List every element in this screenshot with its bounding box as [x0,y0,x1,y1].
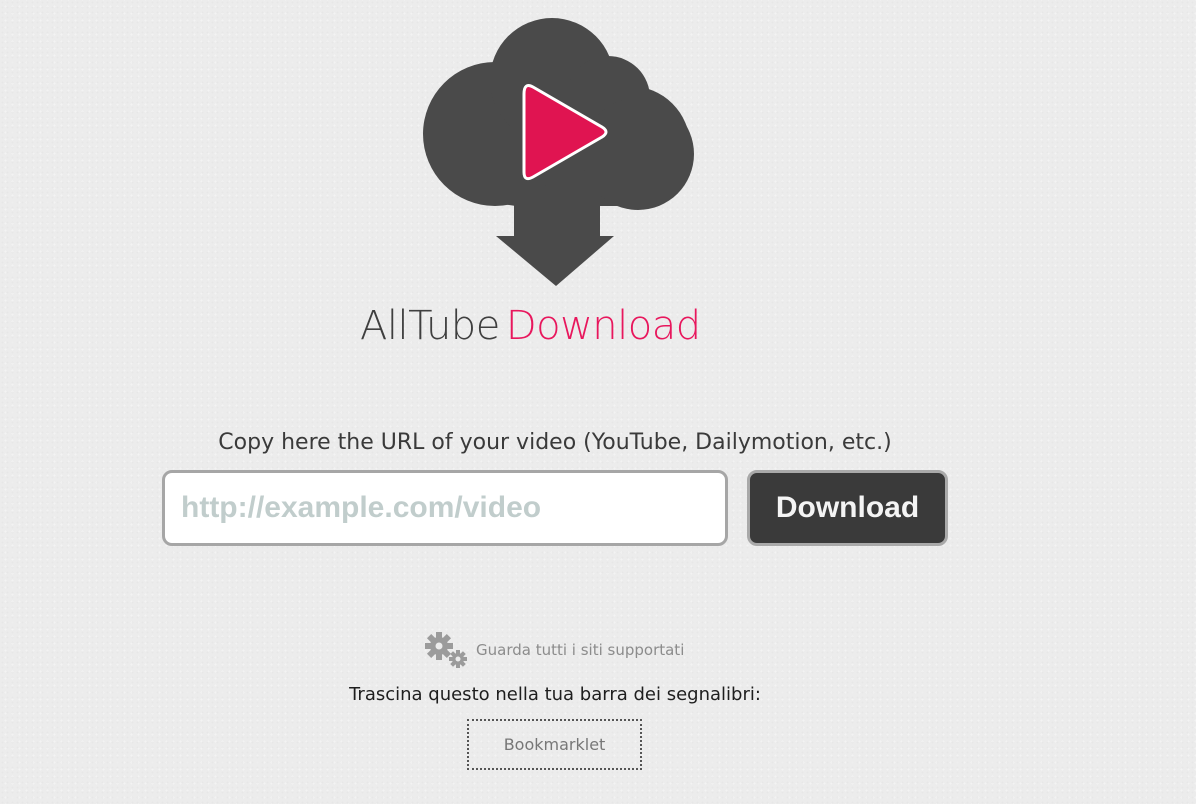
gears-icon [425,632,467,668]
supported-sites-link[interactable]: Guarda tutti i siti supportati [424,630,684,670]
url-prompt: Copy here the URL of your video (YouTube… [218,430,892,455]
bookmark-drag-hint: Trascina questo nella tua barra dei segn… [349,684,761,705]
url-input[interactable] [162,470,728,546]
download-button[interactable]: Download [747,470,948,546]
cloud-play-download-icon [423,18,694,286]
brand-name-download: Download [505,303,701,349]
bookmarklet-link[interactable]: Bookmarklet [467,719,642,770]
supported-sites-label: Guarda tutti i siti supportati [476,641,685,659]
brand-name-alltube: AllTube [360,303,500,349]
brand-wordmark: AllTube Download [360,300,760,352]
